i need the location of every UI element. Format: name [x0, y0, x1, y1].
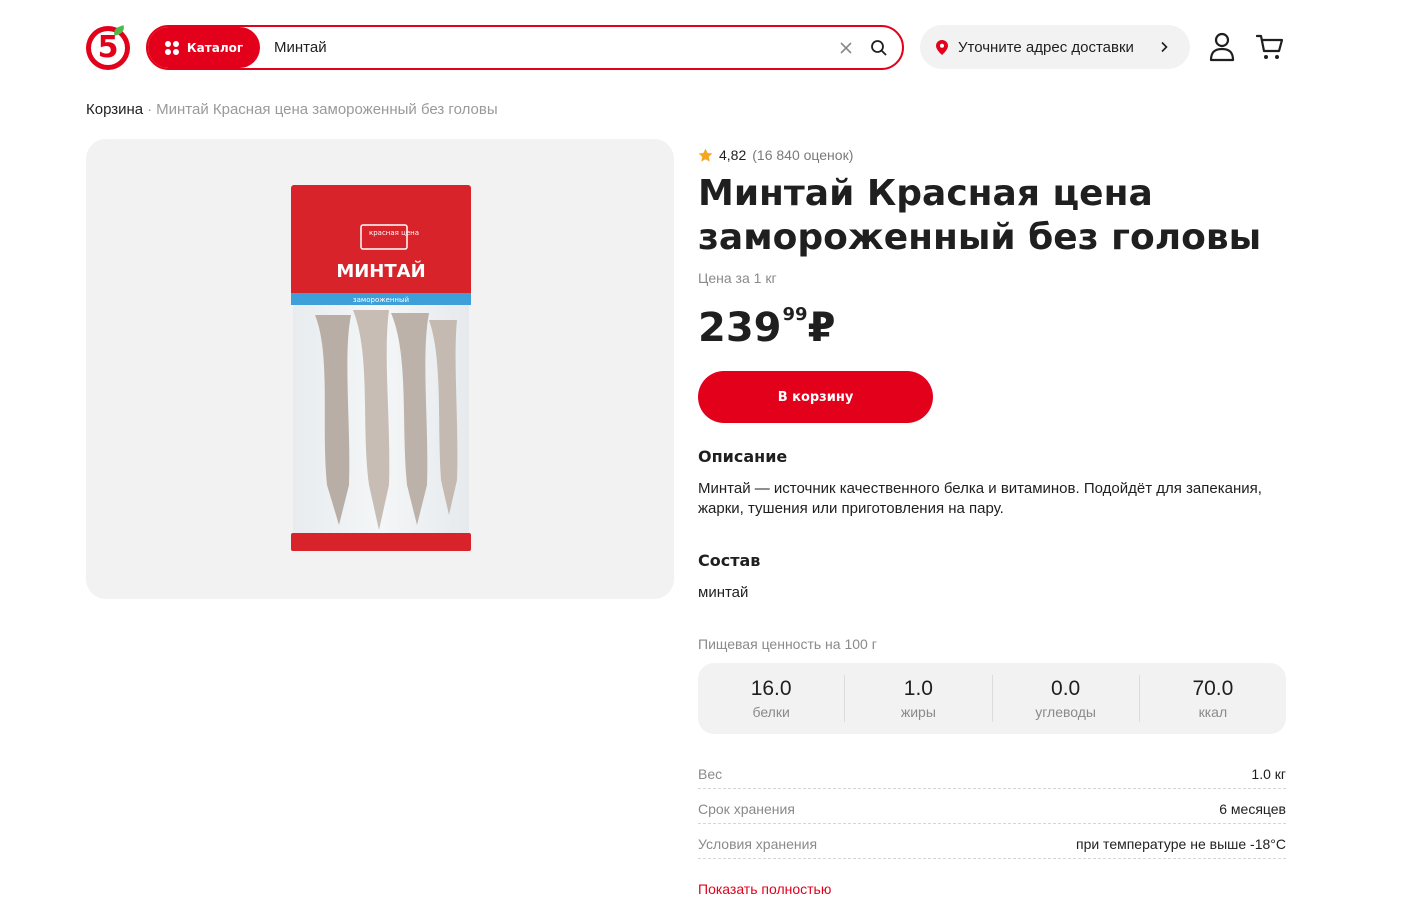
spec-row: Вес 1.0 кг: [698, 763, 1286, 789]
spec-row: Условия хранения при температуре не выше…: [698, 824, 1286, 859]
price-currency: ₽: [807, 305, 836, 351]
spec-row: Срок хранения 6 месяцев: [698, 789, 1286, 824]
breadcrumb: Корзина · Минтай Красная цена замороженный…: [86, 101, 498, 118]
grid-dots-icon: [164, 40, 179, 55]
price-rub: 239: [698, 305, 782, 351]
logo-leaf-icon: [112, 25, 126, 36]
product-image: красная цена МИНТАЙ замороженный: [291, 185, 471, 551]
nutrition-name: ккал: [1198, 703, 1228, 720]
nutrition-value: 1.0: [903, 676, 933, 700]
description-title: Описание: [698, 447, 788, 466]
user-icon[interactable]: [1209, 32, 1235, 62]
nutrition-carbs: 0.0 углеводы: [993, 675, 1140, 722]
breadcrumb-current: Минтай Красная цена замороженный без гол…: [156, 101, 498, 118]
specs-list: Вес 1.0 кг Срок хранения 6 месяцев Услов…: [698, 763, 1286, 859]
add-to-cart-button[interactable]: В корзину: [698, 371, 933, 423]
pack-name: МИНТАЙ: [336, 260, 425, 282]
composition-text: минтай: [698, 584, 749, 601]
nutrition-name: белки: [752, 703, 790, 720]
rating-count: (16 840 оценок): [752, 147, 854, 163]
pack-band: замороженный: [353, 296, 409, 304]
cart-icon[interactable]: [1255, 33, 1284, 61]
nutrition-value: 0.0: [1051, 676, 1081, 700]
search-icon[interactable]: [870, 39, 888, 57]
product-title: Минтай Красная цена замороженный без гол…: [698, 173, 1262, 258]
chevron-right-icon: [1158, 41, 1170, 53]
product-page: 5 Каталог Уточните адрес доставки: [0, 0, 1414, 907]
spec-value: 6 месяцев: [1219, 801, 1286, 817]
description-text: Минтай — источник качественного белка и …: [698, 480, 1262, 517]
rating-value: 4,82: [719, 147, 747, 163]
pack-brand: красная цена: [369, 229, 419, 237]
price: 239 99 ₽: [698, 302, 835, 354]
search-bar: Каталог: [146, 25, 904, 70]
nutrition-kcal: 70.0 ккал: [1140, 675, 1286, 722]
nutrition-name: жиры: [900, 703, 936, 720]
composition-title: Состав: [698, 551, 761, 570]
delivery-address-button[interactable]: Уточните адрес доставки: [920, 25, 1190, 69]
address-label: Уточните адрес доставки: [958, 38, 1134, 56]
nutrition-fat: 1.0 жиры: [845, 675, 993, 722]
spec-name: Срок хранения: [698, 801, 795, 817]
spec-value: при температуре не выше -18°C: [1075, 836, 1286, 852]
show-more-link[interactable]: Показать полностью: [698, 881, 831, 897]
search-input[interactable]: [260, 32, 838, 63]
spec-name: Вес: [698, 766, 723, 782]
logo-mark: 5: [91, 25, 126, 65]
product-image-card: красная цена МИНТАЙ замороженный: [86, 139, 674, 599]
rating[interactable]: 4,82 (16 840 оценок): [698, 147, 853, 163]
nutrition-panel: 16.0 белки 1.0 жиры 0.0 углеводы 70.0 кк…: [698, 663, 1286, 734]
nutrition-value: 70.0: [1192, 676, 1234, 700]
catalog-label: Каталог: [186, 40, 244, 55]
star-icon: [698, 148, 713, 163]
price-kop: 99: [782, 304, 808, 325]
logo-text: 5: [97, 30, 119, 65]
breadcrumb-cart-link[interactable]: Корзина: [86, 101, 143, 118]
unit-label: Цена за 1 кг: [698, 270, 777, 286]
location-pin-icon: [936, 39, 948, 55]
catalog-button[interactable]: Каталог: [148, 27, 260, 68]
logo[interactable]: 5: [86, 25, 130, 70]
nutrition-protein: 16.0 белки: [698, 675, 846, 722]
close-icon[interactable]: [838, 40, 854, 56]
nutrition-title: Пищевая ценность на 100 г: [698, 636, 877, 652]
spec-value: 1.0 кг: [1251, 766, 1286, 782]
nutrition-name: углеводы: [1035, 703, 1096, 720]
breadcrumb-separator: ·: [147, 101, 153, 118]
nutrition-value: 16.0: [750, 676, 792, 700]
spec-name: Условия хранения: [698, 836, 818, 852]
